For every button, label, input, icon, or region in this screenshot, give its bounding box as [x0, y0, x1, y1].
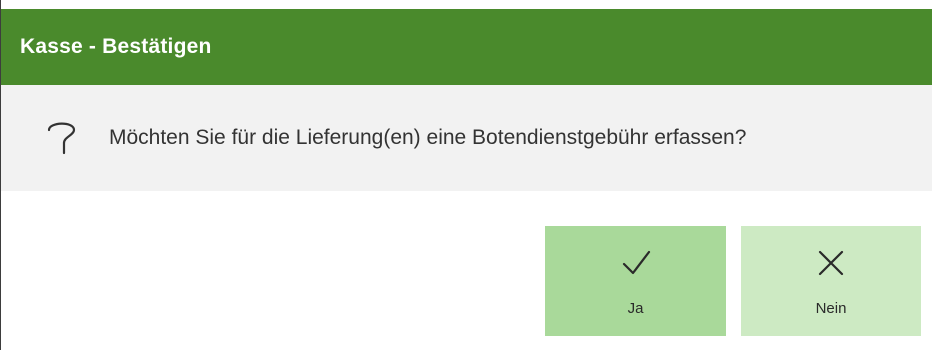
- no-button[interactable]: Nein: [741, 226, 921, 336]
- yes-button[interactable]: Ja: [545, 226, 726, 336]
- question-icon: [47, 122, 76, 155]
- close-icon: [818, 250, 844, 276]
- message-area: Möchten Sie für die Lieferung(en) eine B…: [1, 85, 932, 191]
- button-row: Ja Nein: [1, 191, 932, 350]
- confirm-dialog: Kasse - Bestätigen Möchten Sie für die L…: [0, 0, 932, 350]
- no-button-label: Nein: [815, 300, 847, 317]
- yes-button-label: Ja: [627, 300, 644, 317]
- dialog-title-bar: Kasse - Bestätigen: [1, 9, 932, 85]
- dialog-message: Möchten Sie für die Lieferung(en) eine B…: [109, 126, 747, 149]
- checkmark-icon: [622, 250, 650, 275]
- dialog-title: Kasse - Bestätigen: [20, 35, 212, 58]
